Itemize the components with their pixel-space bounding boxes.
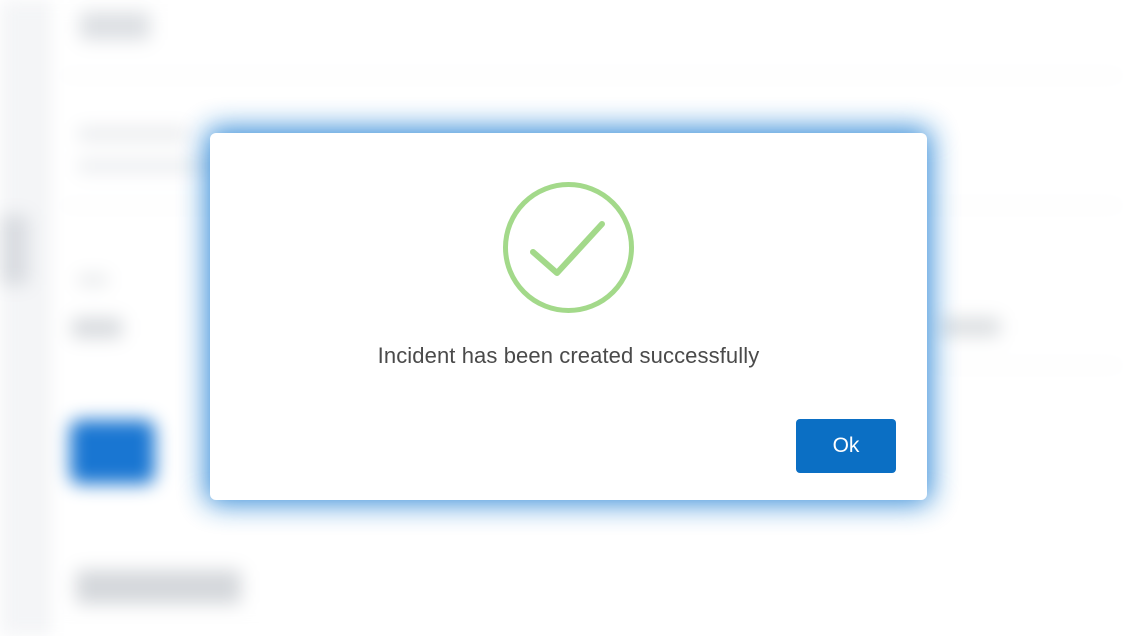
- ok-button[interactable]: Ok: [796, 419, 896, 473]
- background-heading-block: [76, 570, 241, 604]
- success-dialog: Incident has been created successfully O…: [210, 133, 927, 500]
- success-message: Incident has been created successfully: [377, 343, 760, 368]
- background-field-value: [940, 318, 1000, 336]
- background-field-value: [72, 318, 122, 338]
- background-divider: [930, 365, 1123, 366]
- background-divider: [60, 75, 1123, 76]
- background-primary-button: [70, 420, 155, 484]
- background-label-block: [78, 128, 188, 140]
- background-sidebar-marker: [0, 215, 28, 285]
- screen: Incident has been created successfully O…: [0, 0, 1123, 636]
- background-title-block: [80, 12, 150, 40]
- background-field-label: [78, 275, 108, 285]
- check-circle-icon: [503, 182, 634, 313]
- background-sidebar: [0, 0, 48, 636]
